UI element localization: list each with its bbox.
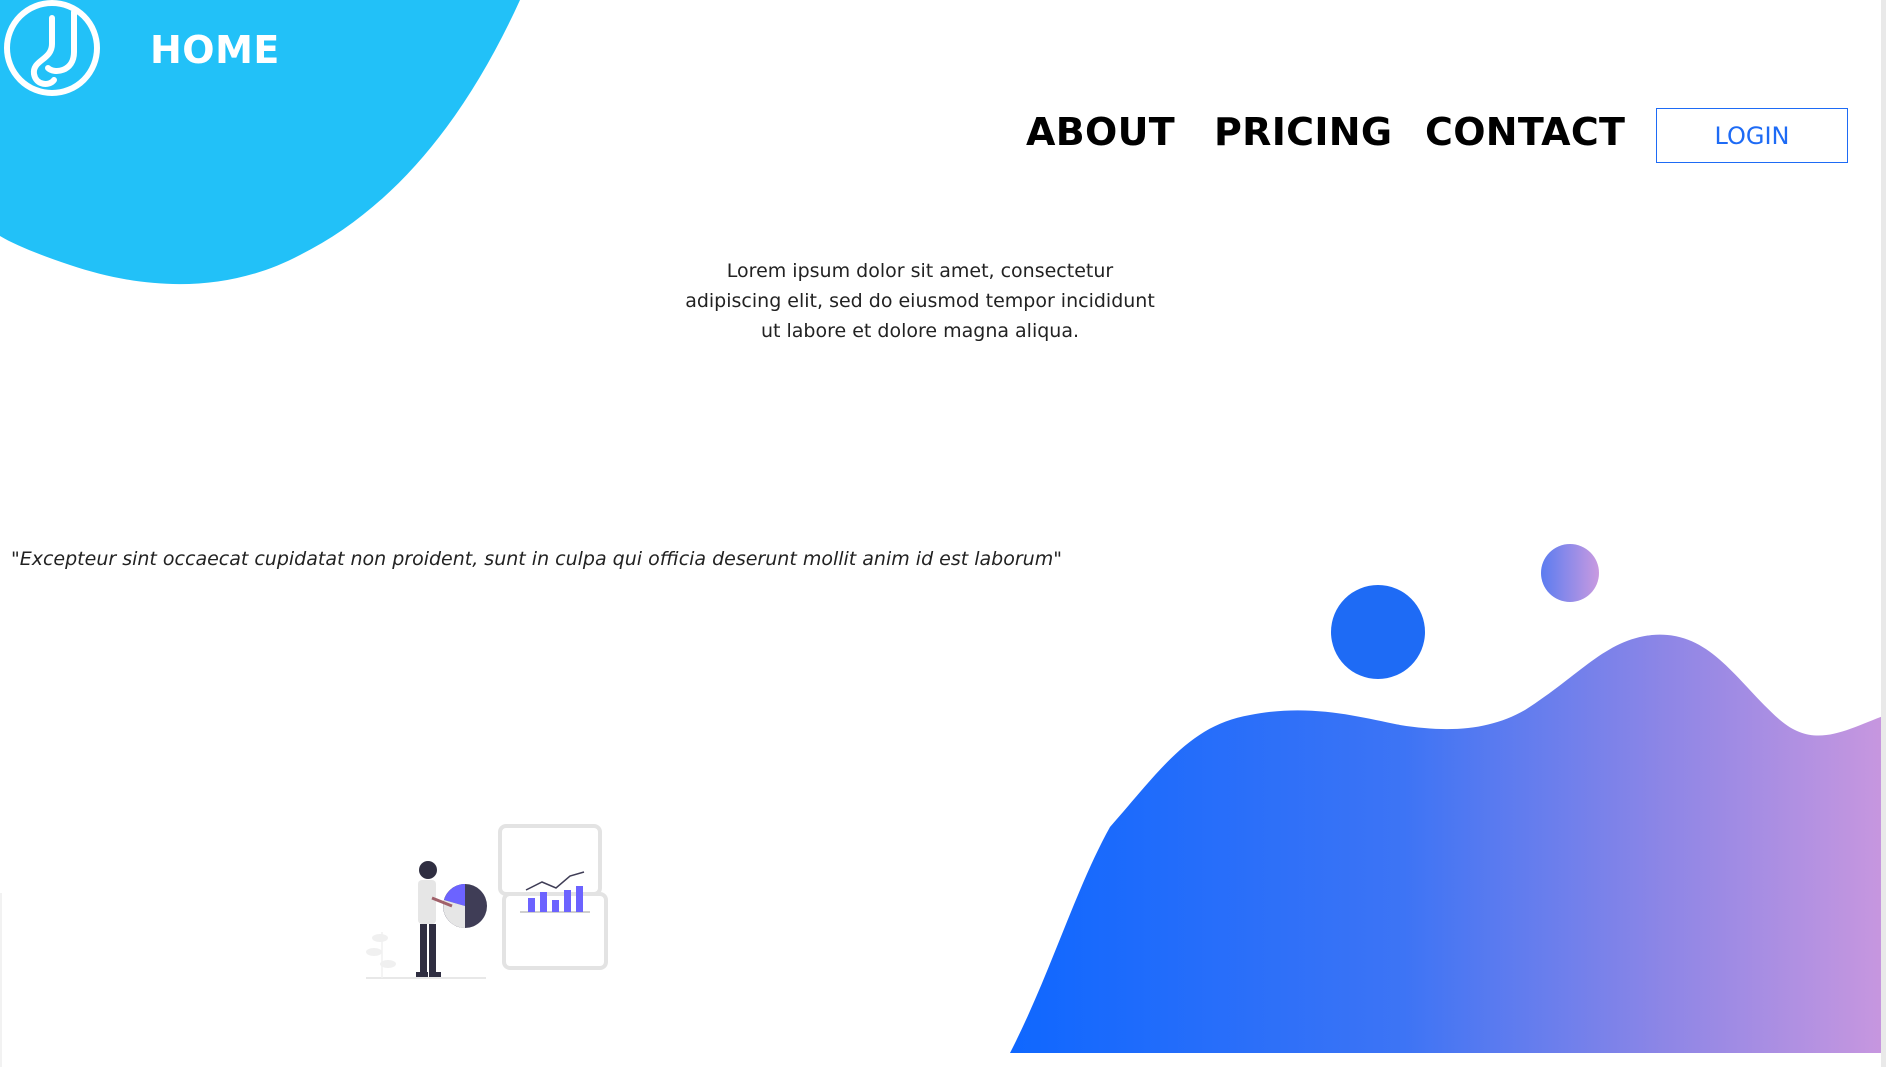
hero-quote-text: "Excepteur sint occaecat cupidatat non p… (11, 548, 1062, 570)
scrollbar-track[interactable] (1881, 0, 1886, 1067)
nav-about-link[interactable]: ABOUT (1026, 110, 1175, 154)
page-edge-divider (0, 893, 2, 1067)
gradient-circle-decoration (1541, 544, 1599, 602)
login-button[interactable]: LOGIN (1656, 108, 1848, 163)
blue-circle-decoration (1331, 585, 1425, 679)
nav-home-link[interactable]: HOME (150, 28, 280, 72)
nav-pricing-link[interactable]: PRICING (1214, 110, 1392, 154)
nav-contact-link[interactable]: CONTACT (1425, 110, 1625, 154)
music-note-logo-icon[interactable] (2, 0, 102, 100)
landing-page: HOME ABOUT PRICING CONTACT LOGIN Lorem i… (0, 0, 1886, 1067)
hero-intro-text: Lorem ipsum dolor sit amet, consectetur … (685, 260, 1155, 342)
gradient-wave-shape (1010, 544, 1886, 1053)
person-with-charts-illustration (366, 824, 608, 979)
